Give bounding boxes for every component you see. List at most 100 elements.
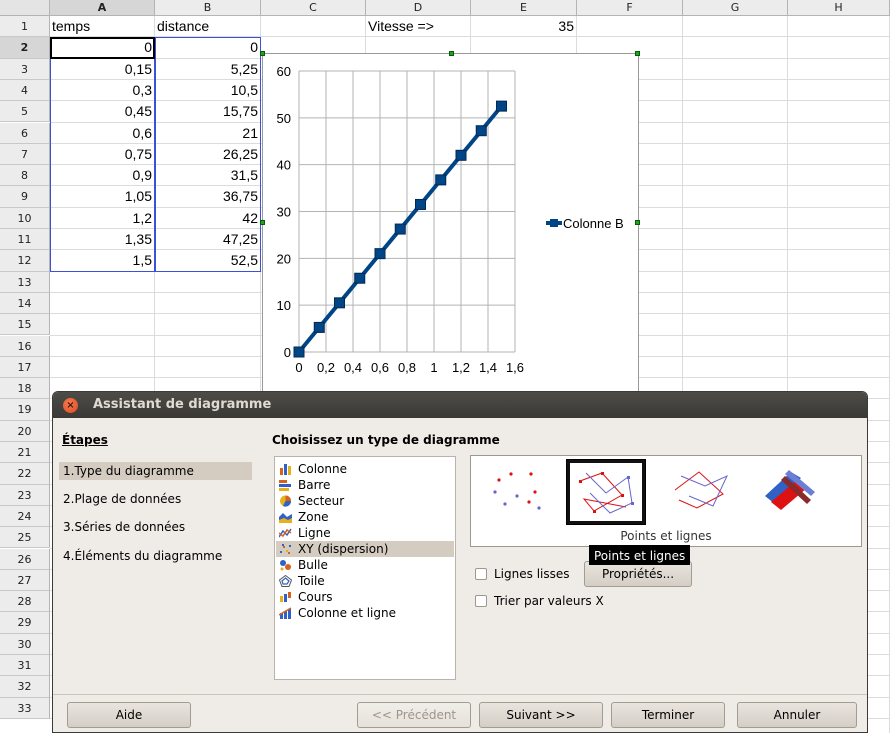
variant-lines-only[interactable] xyxy=(663,460,741,524)
row-header-10[interactable]: 10 xyxy=(0,207,50,229)
step-data-series[interactable]: 3.Séries de données xyxy=(59,518,252,536)
row-header-18[interactable]: 18 xyxy=(0,378,50,400)
row-header-23[interactable]: 23 xyxy=(0,484,50,506)
row-header-25[interactable]: 25 xyxy=(0,527,50,549)
column-header-h[interactable]: H xyxy=(788,0,890,16)
next-button[interactable]: Suivant >> xyxy=(479,702,603,728)
row-header-22[interactable]: 22 xyxy=(0,463,50,485)
x-tick-label: 0,4 xyxy=(344,360,362,375)
row-header-7[interactable]: 7 xyxy=(0,143,50,166)
close-icon[interactable]: × xyxy=(63,398,78,413)
row-header-2[interactable]: 2 xyxy=(0,37,50,59)
sort-x-checkbox[interactable] xyxy=(475,595,487,607)
x-tick-label: 0,8 xyxy=(398,360,416,375)
dialog-titlebar[interactable]: × Assistant de diagramme xyxy=(53,392,867,418)
active-cell xyxy=(50,37,155,59)
stock-chart-icon xyxy=(280,592,291,602)
row-header-4[interactable]: 4 xyxy=(0,79,50,102)
row-header-6[interactable]: 6 xyxy=(0,122,50,144)
type-item-area[interactable]: Zone xyxy=(276,509,454,525)
points-only-icon xyxy=(489,466,553,516)
row-header-5[interactable]: 5 xyxy=(0,101,50,123)
select-all-corner[interactable] xyxy=(0,0,50,16)
cell-d1[interactable]: Vitesse => xyxy=(366,16,470,36)
chart-selection-handle[interactable] xyxy=(449,51,454,56)
x-tick-label: 0,6 xyxy=(371,360,389,375)
row-header-31[interactable]: 31 xyxy=(0,655,50,677)
row-header-30[interactable]: 30 xyxy=(0,633,50,655)
type-item-stock[interactable]: Cours xyxy=(276,589,454,605)
variant-points-only[interactable] xyxy=(483,460,561,524)
row-header-26[interactable]: 26 xyxy=(0,548,50,570)
row-header-32[interactable]: 32 xyxy=(0,676,50,698)
chart-selection-handle[interactable] xyxy=(260,51,265,56)
type-item-line[interactable]: Ligne xyxy=(276,525,454,541)
type-item-bubble[interactable]: Bulle xyxy=(276,557,454,573)
points-and-lines-icon xyxy=(576,469,636,517)
row-header-9[interactable]: 9 xyxy=(0,186,50,208)
cell-b1[interactable]: distance xyxy=(155,16,260,36)
row-header-28[interactable]: 28 xyxy=(0,591,50,613)
type-item-column[interactable]: Colonne xyxy=(276,461,454,477)
step-data-range[interactable]: 2.Plage de données xyxy=(59,490,252,508)
sort-x-label: Trier par valeurs X xyxy=(494,594,604,608)
help-button[interactable]: Aide xyxy=(67,702,191,728)
row-header-13[interactable]: 13 xyxy=(0,271,50,293)
column-header-g[interactable]: G xyxy=(683,0,788,16)
chart-object[interactable]: 0 10 20 30 40 50 60 0 0,2 0,4 0,6 0,8 1 1,2 1,4 1,6 Colo… xyxy=(260,51,640,393)
step-chart-type[interactable]: 1.Type du diagramme xyxy=(59,462,252,480)
y-tick-label: 60 xyxy=(277,64,291,79)
data-point xyxy=(455,149,467,161)
chart-selection-handle[interactable] xyxy=(635,51,640,56)
smooth-lines-checkbox[interactable] xyxy=(475,568,487,580)
data-point xyxy=(293,346,305,358)
column-header-c[interactable]: C xyxy=(261,0,366,16)
type-label: Cours xyxy=(298,590,333,604)
chart-type-list[interactable]: Colonne Barre Secteur Zone Ligne XY (dis… xyxy=(274,456,456,680)
type-item-net[interactable]: Toile xyxy=(276,573,454,589)
row-header-17[interactable]: 17 xyxy=(0,356,50,379)
row-header-3[interactable]: 3 xyxy=(0,58,50,80)
column-header-b[interactable]: B xyxy=(155,0,261,16)
row-header-21[interactable]: 21 xyxy=(0,442,50,464)
type-item-xy-scatter[interactable]: XY (dispersion) xyxy=(276,541,454,557)
y-tick-label: 40 xyxy=(277,158,291,173)
row-header-16[interactable]: 16 xyxy=(0,335,50,357)
row-header-20[interactable]: 20 xyxy=(0,420,50,442)
cancel-button[interactable]: Annuler xyxy=(737,702,857,728)
column-header-a[interactable]: A xyxy=(50,0,155,16)
chart-selection-handle[interactable] xyxy=(635,220,640,225)
y-tick-label: 50 xyxy=(277,111,291,126)
row-header-1[interactable]: 1 xyxy=(0,16,50,38)
cell-e1[interactable]: 35 xyxy=(471,16,576,36)
finish-button[interactable]: Terminer xyxy=(611,702,725,728)
x-tick-label: 1,6 xyxy=(506,360,524,375)
lines-only-icon xyxy=(669,466,733,516)
variant-points-and-lines[interactable] xyxy=(566,459,646,525)
row-header-33[interactable]: 33 xyxy=(0,697,50,719)
row-header-19[interactable]: 19 xyxy=(0,399,50,421)
row-header-11[interactable]: 11 xyxy=(0,229,50,251)
type-label: Colonne xyxy=(298,462,347,476)
column-header-d[interactable]: D xyxy=(366,0,471,16)
x-tick-label: 0 xyxy=(295,360,302,375)
type-item-pie[interactable]: Secteur xyxy=(276,493,454,509)
row-header-24[interactable]: 24 xyxy=(0,505,50,528)
cell-a1[interactable]: temps xyxy=(50,16,154,36)
row-header-15[interactable]: 15 xyxy=(0,314,50,336)
row-header-27[interactable]: 27 xyxy=(0,569,50,592)
row-header-29[interactable]: 29 xyxy=(0,612,50,634)
row-header-14[interactable]: 14 xyxy=(0,292,50,315)
previous-button[interactable]: << Précédent xyxy=(357,702,471,728)
bar-chart-icon xyxy=(279,480,291,491)
column-header-e[interactable]: E xyxy=(471,0,577,16)
step-chart-elements[interactable]: 4.Éléments du diagramme xyxy=(59,547,252,565)
chart-type-panel: Choisissez un type de diagramme Colonne … xyxy=(261,418,867,694)
type-item-column-line[interactable]: Colonne et ligne xyxy=(276,605,454,621)
row-header-12[interactable]: 12 xyxy=(0,250,50,272)
variant-3d-lines[interactable] xyxy=(751,460,829,524)
type-item-bar[interactable]: Barre xyxy=(276,477,454,493)
column-header-f[interactable]: F xyxy=(577,0,683,16)
chart-selection-handle[interactable] xyxy=(260,220,265,225)
row-header-8[interactable]: 8 xyxy=(0,165,50,187)
